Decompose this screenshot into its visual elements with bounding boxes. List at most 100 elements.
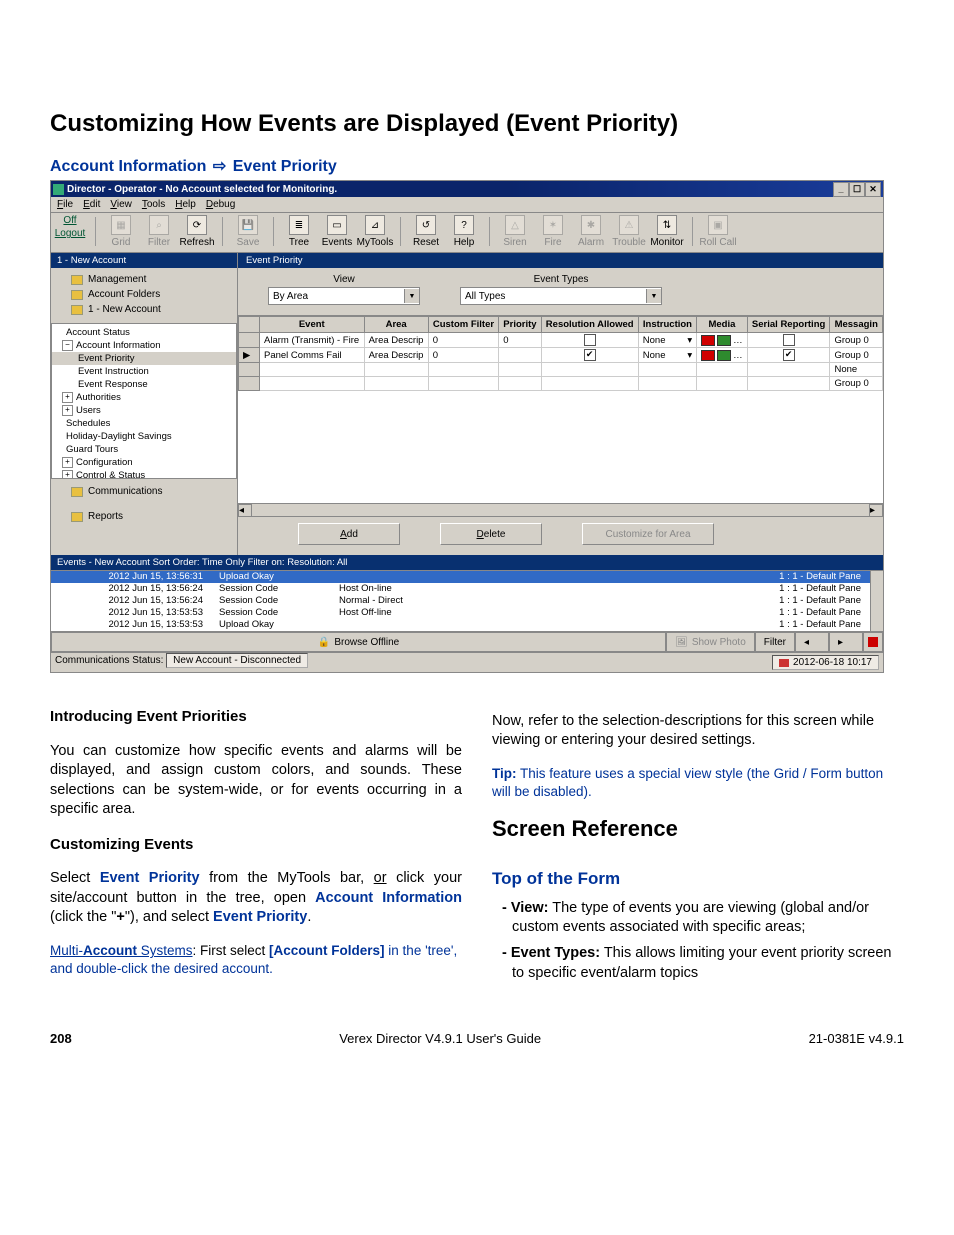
- cell-priority[interactable]: [499, 348, 541, 363]
- cell-media[interactable]: …: [697, 333, 748, 348]
- menu-tools[interactable]: Tools: [142, 199, 165, 210]
- browse-offline[interactable]: Browse Offline: [51, 632, 666, 652]
- nav-next-button[interactable]: ▸: [829, 632, 863, 652]
- col-messaging[interactable]: Messagin: [830, 317, 883, 333]
- col-serial[interactable]: Serial Reporting: [747, 317, 830, 333]
- chevron-down-icon[interactable]: ▼: [404, 289, 419, 303]
- menu-debug[interactable]: Debug: [206, 199, 235, 210]
- col-instruction[interactable]: Instruction: [638, 317, 696, 333]
- tree-account-folders[interactable]: Account Folders: [51, 287, 237, 302]
- menu-edit[interactable]: Edit: [83, 199, 100, 210]
- events-list[interactable]: 2012 Jun 15, 13:56:31Upload Okay1 : 1 - …: [51, 570, 883, 631]
- scroll-right-icon[interactable]: ▸: [869, 504, 883, 516]
- toolbar-off[interactable]: Off Logout: [51, 215, 89, 248]
- chevron-down-icon[interactable]: ▼: [646, 289, 661, 303]
- add-button[interactable]: Add: [298, 523, 400, 545]
- event-row[interactable]: 2012 Jun 15, 13:56:31Upload Okay1 : 1 - …: [51, 571, 883, 583]
- event-row[interactable]: 2012 Jun 15, 13:56:24Session CodeNormal …: [51, 595, 883, 607]
- color-swatch-icon[interactable]: [717, 335, 731, 346]
- tree-new-account[interactable]: 1 - New Account: [51, 302, 237, 317]
- toolbar-reset[interactable]: ↺ Reset: [407, 215, 445, 248]
- event-row[interactable]: 2012 Jun 15, 13:56:24Session CodeHost On…: [51, 583, 883, 595]
- col-custom-filter[interactable]: Custom Filter: [428, 317, 498, 333]
- menu-file[interactable]: File: [57, 199, 73, 210]
- toolbar-events[interactable]: ▭ Events: [318, 215, 356, 248]
- window-maximize-button[interactable]: ☐: [849, 182, 865, 197]
- chevron-down-icon[interactable]: ▾: [687, 335, 692, 346]
- color-swatch-icon[interactable]: [701, 335, 715, 346]
- grid-horizontal-scrollbar[interactable]: ◂ ▸: [238, 503, 883, 516]
- col-area[interactable]: Area: [364, 317, 428, 333]
- cell-custom-filter[interactable]: 0: [428, 348, 498, 363]
- checkbox-icon[interactable]: ✔: [783, 349, 795, 361]
- menu-help[interactable]: Help: [175, 199, 196, 210]
- cell-custom-filter[interactable]: 0: [428, 333, 498, 348]
- tree-node-control-status[interactable]: +Control & Status: [52, 469, 236, 479]
- event-row[interactable]: 2012 Jun 15, 13:53:53Session CodeHost Of…: [51, 607, 883, 619]
- tree-node-users[interactable]: +Users: [52, 404, 236, 417]
- cell-serial[interactable]: [747, 333, 830, 348]
- col-priority[interactable]: Priority: [499, 317, 541, 333]
- grid-row[interactable]: Alarm (Transmit) - FireArea Descrip00Non…: [239, 333, 883, 348]
- menu-view[interactable]: View: [110, 199, 132, 210]
- media-options-icon[interactable]: …: [733, 335, 743, 346]
- tree-node-account-status[interactable]: Account Status: [52, 326, 236, 339]
- media-options-icon[interactable]: …: [733, 350, 743, 361]
- tree-node-holiday[interactable]: Holiday-Daylight Savings: [52, 430, 236, 443]
- event-types-select[interactable]: All Types ▼: [460, 287, 662, 305]
- events-vertical-scrollbar[interactable]: [870, 571, 883, 631]
- color-swatch-icon[interactable]: [717, 350, 731, 361]
- cell-area[interactable]: Area Descrip: [364, 348, 428, 363]
- expand-icon[interactable]: +: [62, 470, 73, 479]
- tree-reports[interactable]: Reports: [51, 504, 237, 529]
- cell-priority[interactable]: 0: [499, 333, 541, 348]
- cell-area[interactable]: Area Descrip: [364, 333, 428, 348]
- col-media[interactable]: Media: [697, 317, 748, 333]
- event-row[interactable]: 2012 Jun 15, 13:53:53Upload Okay1 : 1 - …: [51, 619, 883, 631]
- view-select[interactable]: By Area ▼: [268, 287, 420, 305]
- nav-prev-button[interactable]: ◂: [795, 632, 829, 652]
- window-close-button[interactable]: ✕: [865, 182, 881, 197]
- cell-serial[interactable]: ✔: [747, 348, 830, 363]
- tree-node-event-instruction[interactable]: Event Instruction: [52, 365, 236, 378]
- tree-node-guard-tours[interactable]: Guard Tours: [52, 443, 236, 456]
- cell-event[interactable]: Panel Comms Fail: [260, 348, 365, 363]
- cell-resolution[interactable]: [541, 333, 638, 348]
- expand-icon[interactable]: +: [62, 457, 73, 468]
- col-event[interactable]: Event: [260, 317, 365, 333]
- chevron-down-icon[interactable]: ▾: [687, 350, 692, 361]
- cell-resolution[interactable]: ✔: [541, 348, 638, 363]
- tree-node-authorities[interactable]: +Authorities: [52, 391, 236, 404]
- toolbar-monitor[interactable]: ⇅ Monitor: [648, 215, 686, 248]
- row-handle[interactable]: [239, 333, 260, 348]
- toolbar-mytools[interactable]: ⊿ MyTools: [356, 215, 394, 248]
- col-resolution[interactable]: Resolution Allowed: [541, 317, 638, 333]
- toolbar-help[interactable]: ? Help: [445, 215, 483, 248]
- toolbar-tree[interactable]: ≣ Tree: [280, 215, 318, 248]
- event-grid[interactable]: Event Area Custom Filter Priority Resolu…: [238, 315, 883, 516]
- expand-icon[interactable]: +: [62, 392, 73, 403]
- tree-management[interactable]: Management: [51, 272, 237, 287]
- grid-row[interactable]: ▶Panel Comms FailArea Descrip0 ✔ None ▾ … ✔ G…: [239, 348, 883, 363]
- color-swatch-icon[interactable]: [701, 350, 715, 361]
- cell-messaging[interactable]: Group 0: [830, 348, 883, 363]
- window-minimize-button[interactable]: _: [833, 182, 849, 197]
- tree-scroll[interactable]: Account Status −Account Information Even…: [51, 323, 237, 479]
- scroll-left-icon[interactable]: ◂: [238, 504, 252, 516]
- tree-communications[interactable]: Communications: [51, 479, 237, 504]
- tree-node-configuration[interactable]: +Configuration: [52, 456, 236, 469]
- nav-end-button[interactable]: [863, 632, 883, 652]
- cell-messaging[interactable]: Group 0: [830, 333, 883, 348]
- toolbar-refresh[interactable]: ⟳ Refresh: [178, 215, 216, 248]
- tree-node-event-priority[interactable]: Event Priority: [52, 352, 236, 365]
- checkbox-icon[interactable]: [783, 334, 795, 346]
- tree-node-event-response[interactable]: Event Response: [52, 378, 236, 391]
- tree-node-schedules[interactable]: Schedules: [52, 417, 236, 430]
- cell-instruction[interactable]: None ▾: [638, 348, 696, 363]
- checkbox-icon[interactable]: [584, 334, 596, 346]
- checkbox-icon[interactable]: ✔: [584, 349, 596, 361]
- cell-instruction[interactable]: None ▾: [638, 333, 696, 348]
- filter-button[interactable]: Filter: [755, 632, 795, 652]
- row-handle[interactable]: ▶: [239, 348, 260, 363]
- cell-media[interactable]: …: [697, 348, 748, 363]
